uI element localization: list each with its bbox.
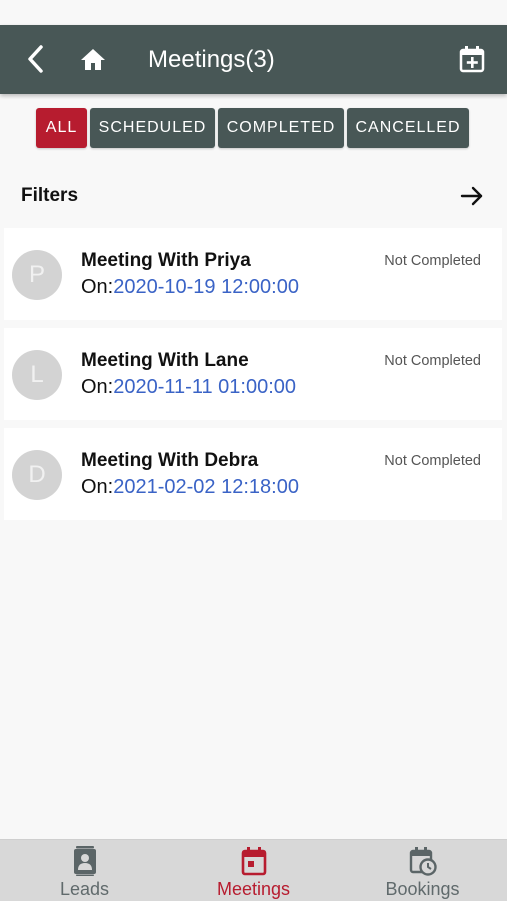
nav-meetings[interactable]: Meetings [169, 840, 338, 901]
on-label: On: [81, 276, 114, 298]
nav-meetings-label: Meetings [216, 879, 291, 899]
app-header: Meetings(3) [0, 25, 507, 94]
tab-all[interactable]: ALL [36, 108, 87, 148]
meeting-status: Not Completed [384, 253, 481, 269]
meeting-date: 2020-11-11 01:00:00 [113, 376, 296, 398]
meeting-datetime: On:2020-10-19 12:00:00 [81, 276, 299, 299]
tab-completed[interactable]: COMPLETED [218, 108, 344, 148]
home-icon [81, 49, 105, 70]
meeting-status: Not Completed [384, 453, 481, 469]
bottom-nav: Leads Meetings Bookings [0, 839, 507, 901]
add-meeting-button[interactable] [452, 41, 492, 77]
meeting-date: 2020-10-19 12:00:00 [113, 276, 299, 298]
nav-bookings-label: Bookings [385, 879, 460, 899]
meeting-status: Not Completed [384, 353, 481, 369]
nav-leads[interactable]: Leads [0, 840, 169, 901]
status-bar [0, 0, 507, 25]
contact-book-icon [73, 846, 96, 876]
arrow-right-icon[interactable] [459, 183, 485, 209]
avatar: D [12, 450, 62, 500]
meeting-date: 2021-02-02 12:18:00 [113, 476, 299, 498]
meeting-datetime: On:2020-11-11 01:00:00 [81, 376, 296, 399]
tab-cancelled[interactable]: CANCELLED [347, 108, 469, 148]
meeting-datetime: On:2021-02-02 12:18:00 [81, 476, 299, 499]
chevron-left-icon [28, 45, 43, 73]
meeting-title: Meeting With Lane [81, 350, 249, 371]
back-button[interactable] [18, 41, 54, 77]
meeting-card[interactable]: D Meeting With Debra On:2021-02-02 12:18… [4, 428, 502, 520]
calendar-clock-icon [409, 847, 437, 876]
status-filter-tabs: ALL SCHEDULED COMPLETED CANCELLED [36, 108, 469, 148]
tab-scheduled[interactable]: SCHEDULED [90, 108, 215, 148]
page-title: Meetings(3) [148, 46, 275, 73]
nav-bookings[interactable]: Bookings [338, 840, 507, 901]
calendar-icon [241, 847, 266, 876]
meeting-list: P Meeting With Priya On:2020-10-19 12:00… [4, 228, 502, 528]
meeting-title: Meeting With Priya [81, 250, 251, 271]
avatar: P [12, 250, 62, 300]
meeting-title: Meeting With Debra [81, 450, 259, 471]
on-label: On: [81, 376, 114, 398]
calendar-add-icon [459, 46, 485, 73]
meeting-card[interactable]: L Meeting With Lane On:2020-11-11 01:00:… [4, 328, 502, 420]
on-label: On: [81, 476, 114, 498]
filters-row[interactable]: Filters [0, 168, 507, 224]
home-button[interactable] [74, 41, 112, 77]
meeting-card[interactable]: P Meeting With Priya On:2020-10-19 12:00… [4, 228, 502, 320]
nav-leads-label: Leads [59, 879, 110, 899]
avatar: L [12, 350, 62, 400]
filters-label: Filters [21, 185, 79, 206]
